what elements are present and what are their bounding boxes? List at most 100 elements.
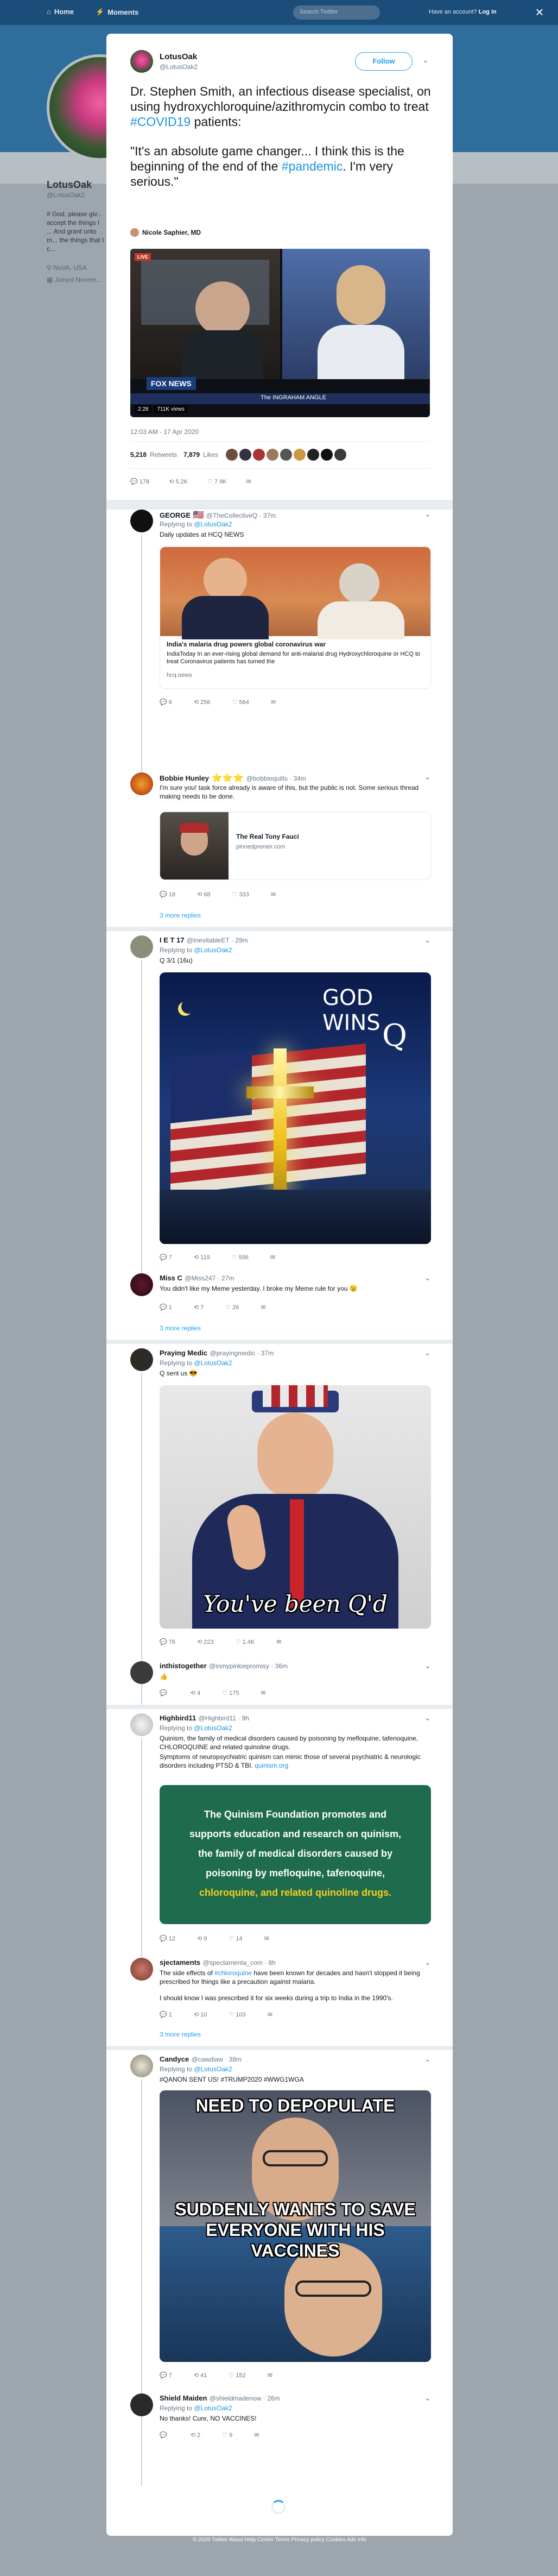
liker-avatar[interactable] [226,449,238,461]
like-action[interactable]: ♡ 175 [222,1689,239,1697]
author-handle[interactable]: @LotusOak2 [160,63,198,71]
more-replies-link[interactable]: 3 more replies [160,1324,201,1332]
reply-author-name[interactable]: Shield Maiden [160,2394,207,2402]
tweet-timestamp[interactable]: 12:03 AM - 17 Apr 2020 [130,428,199,436]
retweet-action[interactable]: ⟲ 5.2K [169,478,188,485]
reply-author-handle[interactable]: @shieldmadenow · 26m [210,2395,280,2402]
reply-author-name[interactable]: Highbird11 [160,1714,196,1722]
like-action[interactable]: ♡ 596 [232,1254,249,1261]
reply-author-handle[interactable]: @cawdiaw · 38m [192,2056,242,2063]
reply-author-name[interactable]: I E T 17 [160,936,185,944]
share-action[interactable]: ✉ [271,891,276,898]
retweet-count[interactable]: 5,218 [130,451,147,458]
video-author[interactable]: Nicole Saphier, MD [130,228,201,237]
login-link[interactable]: Log in [479,9,497,15]
reply-action[interactable]: 💬 [160,1689,169,1697]
reply-author-handle[interactable]: @bobbiequilts · 34m [246,775,306,782]
reply-hashtags[interactable]: #QANON SENT US! #TRUMP2020 #WWG1WGA [160,2075,304,2084]
reply-image-meme[interactable]: You've been Q'd [160,1385,431,1629]
share-action[interactable]: ✉ [271,699,276,706]
like-action[interactable]: ♡ 14 [229,1935,242,1942]
reply-action[interactable]: 💬 7 [160,2372,172,2379]
reply-avatar[interactable] [130,2393,153,2416]
liker-avatar[interactable] [307,449,320,461]
share-action[interactable]: ✉ [268,2011,272,2018]
retweet-action[interactable]: ⟲ 68 [197,891,211,898]
reply-author-name[interactable]: inthistogether [160,1662,207,1670]
reply-avatar[interactable] [130,935,153,958]
like-count[interactable]: 7,879 [183,451,200,458]
share-action[interactable]: ✉ [261,1304,265,1311]
retweet-action[interactable]: ⟲ 256 [194,699,211,706]
author-name[interactable]: LotusOak [160,52,197,61]
chevron-down-icon[interactable]: ⌄ [424,1661,431,1670]
reply-author-name[interactable]: sjectaments [160,1958,200,1966]
reply-author-name[interactable]: Candyce [160,2055,189,2063]
reply-avatar[interactable] [130,510,153,532]
hashtag-pandemic[interactable]: #pandemic [282,159,343,173]
liker-avatar[interactable] [334,449,347,461]
reply-author-name[interactable]: Miss C [160,1274,182,1282]
reply-author-name[interactable]: GEORGE [160,511,191,519]
follow-button[interactable]: Follow [355,52,413,71]
quinism-link[interactable]: quinism.org [255,1762,288,1769]
reply-avatar[interactable] [130,1958,153,1981]
share-action[interactable]: ✉ [270,1254,275,1261]
reply-action[interactable]: 💬 [160,2432,169,2439]
like-action[interactable]: ♡ 152 [229,2372,245,2379]
reply-author-handle[interactable]: @InevitableET · 29m [187,937,248,944]
liker-avatar[interactable] [321,449,333,461]
link-card[interactable]: The Real Tony Fauci pinnedpreneir.com [160,812,431,880]
reply-action[interactable]: 💬 1 [160,2011,172,2018]
like-action[interactable]: ♡ 103 [229,2011,245,2018]
reply-action[interactable]: 💬 7 [160,1254,172,1261]
retweet-action[interactable]: ⟲ 4 [191,1689,200,1697]
search-input[interactable]: Search Twitter [293,5,380,20]
reply-image-flag[interactable]: GOD WINS Q [160,972,431,1244]
more-replies-link[interactable]: 3 more replies [160,912,201,919]
chevron-down-icon[interactable]: ⌄ [424,1958,431,1967]
retweet-action[interactable]: ⟲ 7 [194,1304,204,1311]
reply-avatar[interactable] [130,1713,153,1736]
reply-avatar[interactable] [130,2054,153,2077]
reply-image-meme[interactable]: NEED TO DEPOPULATE SUDDENLY WANTS TO SAV… [160,2090,431,2362]
reply-action[interactable]: 💬 18 [160,891,175,898]
like-action[interactable]: ♡ 26 [225,1304,239,1311]
retweet-action[interactable]: ⟲ 119 [194,1254,210,1261]
chevron-down-icon[interactable]: ⌄ [424,1348,431,1358]
share-action[interactable]: ✉ [254,2432,259,2439]
footer-links[interactable]: © 2020 Twitter About Help Center Terms P… [106,2537,453,2543]
reply-author-handle[interactable]: @prayingmedic · 37m [210,1349,274,1357]
reply-author-handle[interactable]: @TheCollectiveQ · 37m [206,512,276,519]
chevron-down-icon[interactable]: ⌄ [422,55,429,65]
reply-author-handle[interactable]: @spectamenta_com · 8h [203,1959,276,1966]
share-action[interactable]: ✉ [246,478,251,485]
share-action[interactable]: ✉ [264,1935,269,1942]
chevron-down-icon[interactable]: ⌄ [424,1273,431,1283]
like-action[interactable]: ♡ 1.4K [236,1638,255,1645]
chevron-down-icon[interactable]: ⌄ [424,2054,431,2064]
liker-avatar[interactable] [280,449,293,461]
reply-avatar[interactable] [130,772,153,795]
reply-action[interactable]: 💬 1 [160,1304,172,1311]
reply-author-name[interactable]: Praying Medic [160,1349,207,1357]
retweet-action[interactable]: ⟲ 223 [197,1638,214,1645]
liker-avatar[interactable] [267,449,279,461]
like-action[interactable]: ♡ 9 [222,2432,232,2439]
link-card[interactable]: India's malaria drug powers global coron… [160,546,431,689]
hashtag-covid19[interactable]: #COVID19 [130,115,191,129]
liker-avatar[interactable] [294,449,306,461]
hashtag-chloroquine[interactable]: #chloroquine [214,1969,252,1977]
retweet-action[interactable]: ⟲ 9 [197,1935,207,1942]
share-action[interactable]: ✉ [268,2372,272,2379]
chevron-down-icon[interactable]: ⌄ [424,935,431,945]
reply-action[interactable]: 💬 76 [160,1638,175,1645]
share-action[interactable]: ✉ [261,1689,265,1697]
liker-avatar[interactable] [253,449,265,461]
reply-avatar[interactable] [130,1348,153,1371]
chevron-down-icon[interactable]: ⌄ [424,510,431,519]
retweet-action[interactable]: ⟲ 10 [194,2011,207,2018]
reply-author-name[interactable]: Bobbie Hunley [160,774,209,782]
like-action[interactable]: ♡ 7.9K [207,478,227,485]
close-icon[interactable]: × [532,4,547,20]
